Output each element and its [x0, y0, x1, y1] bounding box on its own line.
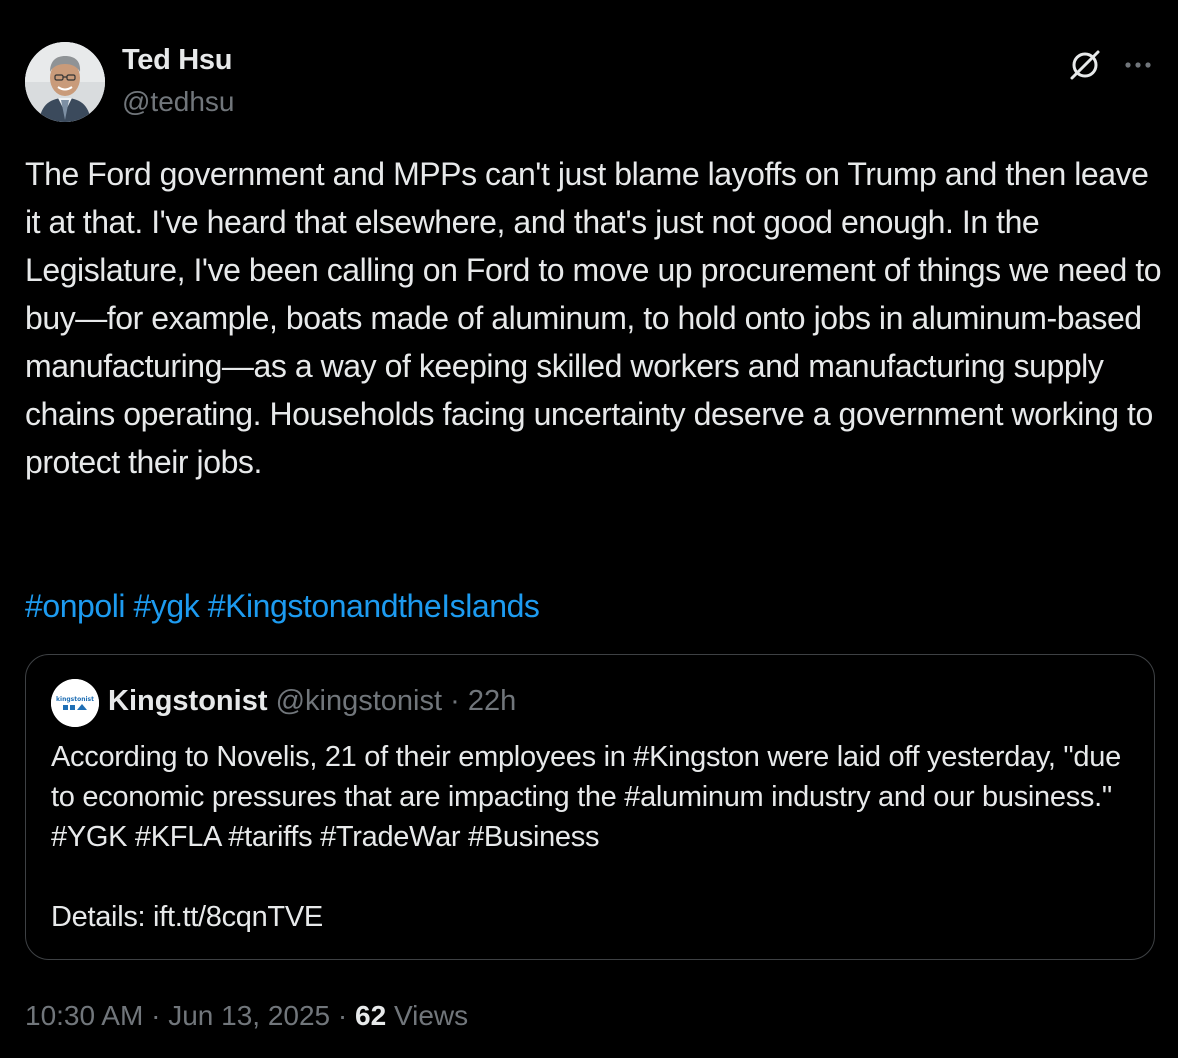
svg-text:kingstonist: kingstonist — [56, 696, 94, 703]
quoted-author-avatar[interactable]: kingstonist — [51, 679, 99, 727]
separator-dot: · — [450, 685, 460, 717]
separator-dot: · — [151, 1000, 161, 1031]
hashtag-link[interactable]: #KingstonandtheIslands — [208, 588, 540, 624]
separator-dot: · — [337, 1000, 348, 1031]
tweet-text: The Ford government and MPPs can't just … — [25, 156, 1162, 480]
quoted-author-name[interactable]: Kingstonist — [108, 685, 268, 717]
author-name[interactable]: Ted Hsu — [122, 44, 232, 77]
tweet-meta: 10:30 AM · Jun 13, 2025 · 62 Views — [25, 1000, 468, 1032]
kingstonist-logo-icon: kingstonist — [51, 679, 99, 727]
views-label: Views — [393, 1000, 469, 1031]
quoted-author-handle[interactable]: @kingstonist — [276, 685, 442, 717]
tweet: Ted Hsu @tedhsu The Ford government and … — [0, 0, 1178, 1058]
author-avatar[interactable] — [25, 42, 105, 122]
author-handle[interactable]: @tedhsu — [122, 86, 235, 118]
tweet-hashtags: #onpoli #ygk #KingstonandtheIslands — [25, 582, 540, 630]
quoted-tweet[interactable]: kingstonist Kingstonist @kingstonist · 2… — [25, 654, 1155, 960]
hashtag-link[interactable]: #ygk — [134, 588, 200, 624]
views-count: 62 — [355, 1000, 387, 1031]
author-avatar-image — [25, 42, 105, 122]
more-dots-icon[interactable] — [1120, 52, 1158, 78]
quoted-tweet-time[interactable]: 22h — [468, 685, 516, 717]
tweet-date[interactable]: Jun 13, 2025 — [168, 1000, 330, 1031]
grok-icon[interactable] — [1066, 46, 1104, 84]
quoted-tweet-header: Kingstonist @kingstonist · 22h — [108, 685, 516, 718]
hashtag-link[interactable]: #onpoli — [25, 588, 126, 624]
quoted-tweet-text: According to Novelis, 21 of their employ… — [51, 741, 1121, 933]
tweet-time[interactable]: 10:30 AM — [25, 1000, 143, 1031]
